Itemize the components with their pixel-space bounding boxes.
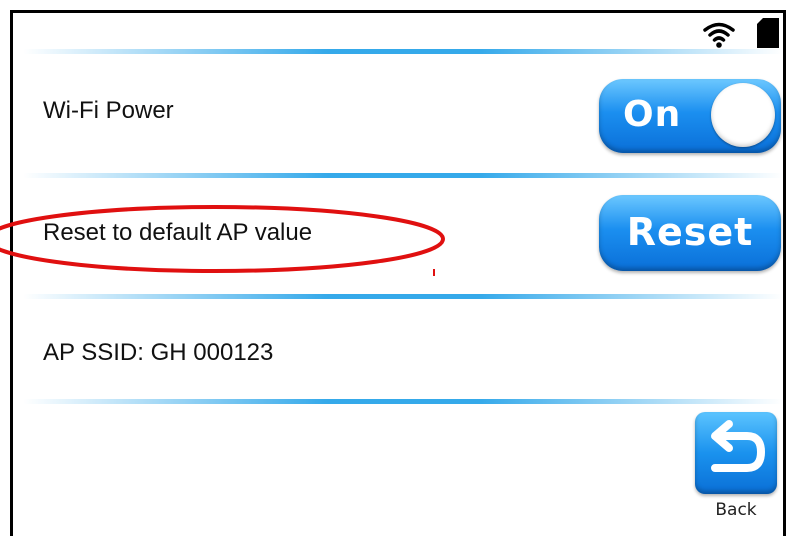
divider-3 xyxy=(23,399,783,404)
toggle-on-label: On xyxy=(623,94,682,135)
annotation-ellipse xyxy=(0,205,445,273)
back-arrow-icon xyxy=(711,420,765,472)
reset-button[interactable]: Reset xyxy=(599,195,781,271)
wifi-power-toggle[interactable]: On xyxy=(599,79,781,153)
divider-1 xyxy=(23,173,783,178)
reset-button-label: Reset xyxy=(626,210,754,254)
divider-2 xyxy=(23,294,783,299)
toggle-knob xyxy=(711,83,775,147)
ap-ssid-label: AP SSID: GH 000123 xyxy=(43,339,274,366)
wifi-power-label: Wi-Fi Power xyxy=(43,97,174,124)
sd-card-icon xyxy=(757,18,779,48)
back-button[interactable] xyxy=(695,412,777,494)
divider-top xyxy=(23,49,783,54)
back-label: Back xyxy=(715,500,757,520)
wifi-icon xyxy=(703,22,735,48)
